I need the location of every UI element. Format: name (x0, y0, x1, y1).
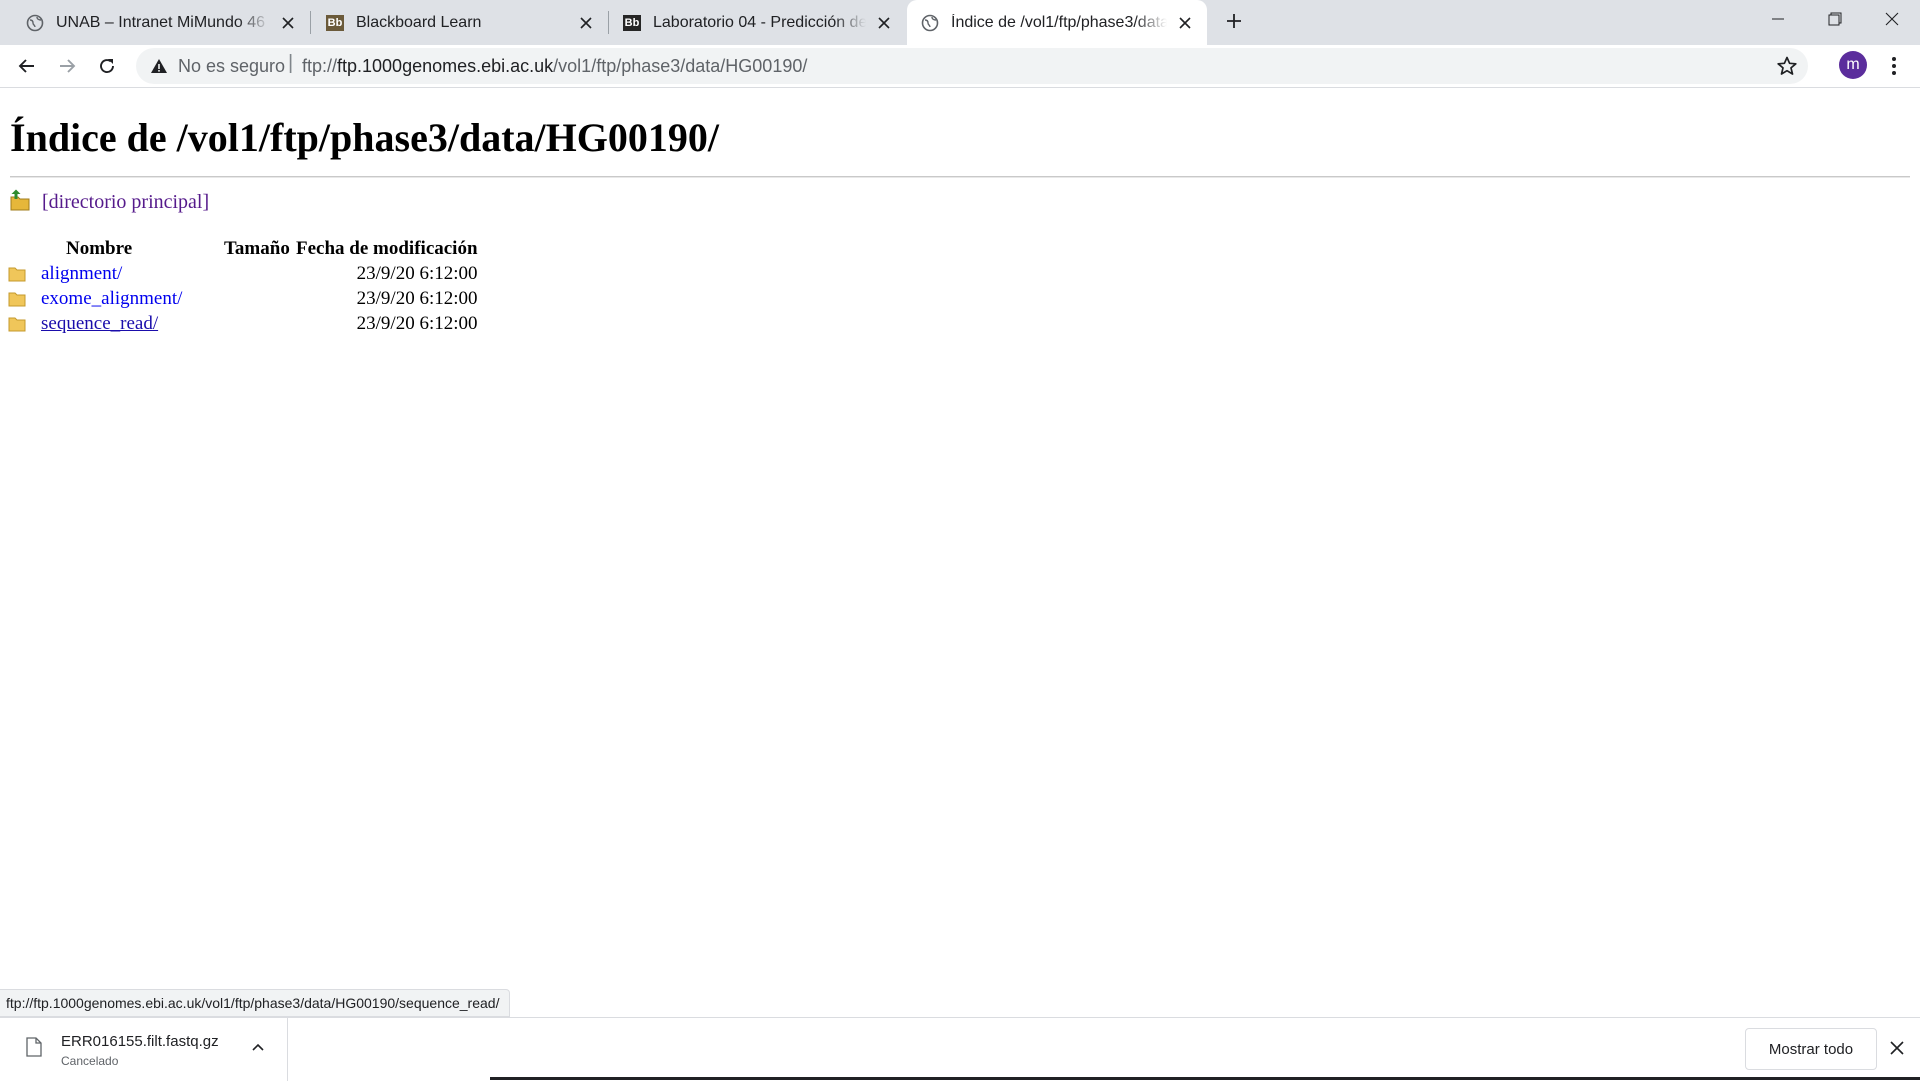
minimize-button[interactable] (1749, 0, 1806, 38)
folder-icon-cell (8, 286, 41, 311)
folder-link[interactable]: exome_alignment/ (41, 288, 182, 309)
row-size-cell (224, 311, 296, 336)
close-tab-icon[interactable] (278, 13, 298, 33)
row-name-cell: sequence_read/ (41, 311, 224, 336)
header-size[interactable]: Tamaño (224, 236, 296, 261)
warning-icon[interactable] (150, 57, 168, 75)
row-modified-cell: 23/9/20 6:12:00 (356, 312, 478, 334)
new-tab-button[interactable] (1222, 9, 1246, 33)
table-row: alignment/ 23/9/20 6:12:00 (8, 261, 478, 286)
folder-icon (8, 316, 26, 332)
page-title: Índice de /vol1/ftp/phase3/data/HG00190/ (10, 115, 719, 160)
table-row: sequence_read/ 23/9/20 6:12:00 (8, 311, 478, 336)
address-bar[interactable]: No es seguro | ftp://ftp.1000genomes.ebi… (136, 48, 1808, 84)
blackboard-icon: Bb (623, 14, 641, 31)
row-size-cell (224, 261, 296, 286)
close-tab-icon[interactable] (1175, 13, 1195, 33)
download-item[interactable]: ERR016155.filt.fastq.gz Cancelado (0, 1018, 288, 1081)
folder-icon-cell (8, 311, 41, 336)
reload-button[interactable] (92, 51, 122, 81)
parent-directory-link[interactable]: [directorio principal] (42, 191, 209, 214)
back-button[interactable] (12, 51, 42, 81)
globe-icon (26, 14, 44, 32)
close-window-button[interactable] (1863, 0, 1920, 38)
tab-laboratorio-04[interactable]: Bb Laboratorio 04 - Predicción de genes (609, 0, 906, 45)
header-modified[interactable]: Fecha de modificación (296, 236, 478, 261)
close-tab-icon[interactable] (874, 13, 894, 33)
header-icon-column (8, 236, 41, 261)
parent-directory: [directorio principal] (10, 189, 209, 216)
forward-button[interactable] (52, 51, 82, 81)
tab-title: Índice de /vol1/ftp/phase3/data/HG00190/ (951, 13, 1167, 31)
folder-icon (8, 266, 26, 282)
download-filename: ERR016155.filt.fastq.gz (61, 1033, 219, 1050)
close-shelf-icon[interactable] (1887, 1038, 1907, 1058)
profile-avatar[interactable]: m (1839, 51, 1867, 79)
close-tab-icon[interactable] (576, 13, 596, 33)
tab-unab-intranet[interactable]: UNAB – Intranet MiMundo 46 (0, 0, 310, 45)
tab-strip: UNAB – Intranet MiMundo 46 Bb Blackboard… (0, 0, 1920, 45)
tab-indice-ftp[interactable]: Índice de /vol1/ftp/phase3/data/HG00190/ (907, 0, 1207, 45)
folder-link[interactable]: sequence_read/ (41, 313, 158, 334)
downloads-shelf: ERR016155.filt.fastq.gz Cancelado Mostra… (0, 1017, 1920, 1081)
folder-icon-cell (8, 261, 41, 286)
up-arrow-folder-icon (10, 189, 30, 216)
url-scheme: ftp:// (302, 56, 338, 76)
row-size-cell (224, 286, 296, 311)
globe-icon (921, 14, 939, 32)
link-status-bubble: ftp://ftp.1000genomes.ebi.ac.uk/vol1/ftp… (0, 989, 511, 1017)
bookmark-star-icon[interactable] (1776, 55, 1798, 77)
url-text[interactable]: ftp://ftp.1000genomes.ebi.ac.uk/vol1/ftp… (302, 56, 807, 77)
file-table: Nombre Tamaño Fecha de modificación alig… (8, 236, 478, 336)
chevron-up-icon[interactable] (250, 1040, 266, 1056)
browser-toolbar: No es seguro | ftp://ftp.1000genomes.ebi… (0, 45, 1920, 88)
tab-title: UNAB – Intranet MiMundo 46 (56, 13, 265, 31)
tab-title: Laboratorio 04 - Predicción de genes (653, 13, 866, 31)
security-separator: | (288, 52, 294, 74)
more-menu-icon[interactable] (1882, 53, 1906, 79)
show-all-downloads-button[interactable]: Mostrar todo (1745, 1028, 1877, 1070)
download-status: Cancelado (61, 1054, 119, 1068)
row-name-cell: exome_alignment/ (41, 286, 224, 311)
folder-icon (8, 291, 26, 307)
row-name-cell: alignment/ (41, 261, 224, 286)
tab-blackboard-learn[interactable]: Bb Blackboard Learn (311, 0, 608, 45)
url-host: ftp.1000genomes.ebi.ac.uk (337, 56, 554, 76)
row-modified-cell: 23/9/20 6:12:00 (356, 287, 478, 309)
row-modified-cell: 23/9/20 6:12:00 (356, 262, 478, 284)
table-header-row: Nombre Tamaño Fecha de modificación (8, 236, 478, 261)
blackboard-icon: Bb (326, 14, 344, 31)
header-name[interactable]: Nombre (41, 236, 224, 261)
restore-button[interactable] (1806, 0, 1863, 38)
folder-link[interactable]: alignment/ (41, 263, 122, 284)
security-label[interactable]: No es seguro (178, 56, 285, 77)
tab-title: Blackboard Learn (356, 13, 482, 31)
url-path: /vol1/ftp/phase3/data/HG00190/ (553, 56, 808, 76)
divider (10, 176, 1910, 178)
table-row: exome_alignment/ 23/9/20 6:12:00 (8, 286, 478, 311)
file-icon (26, 1037, 42, 1057)
